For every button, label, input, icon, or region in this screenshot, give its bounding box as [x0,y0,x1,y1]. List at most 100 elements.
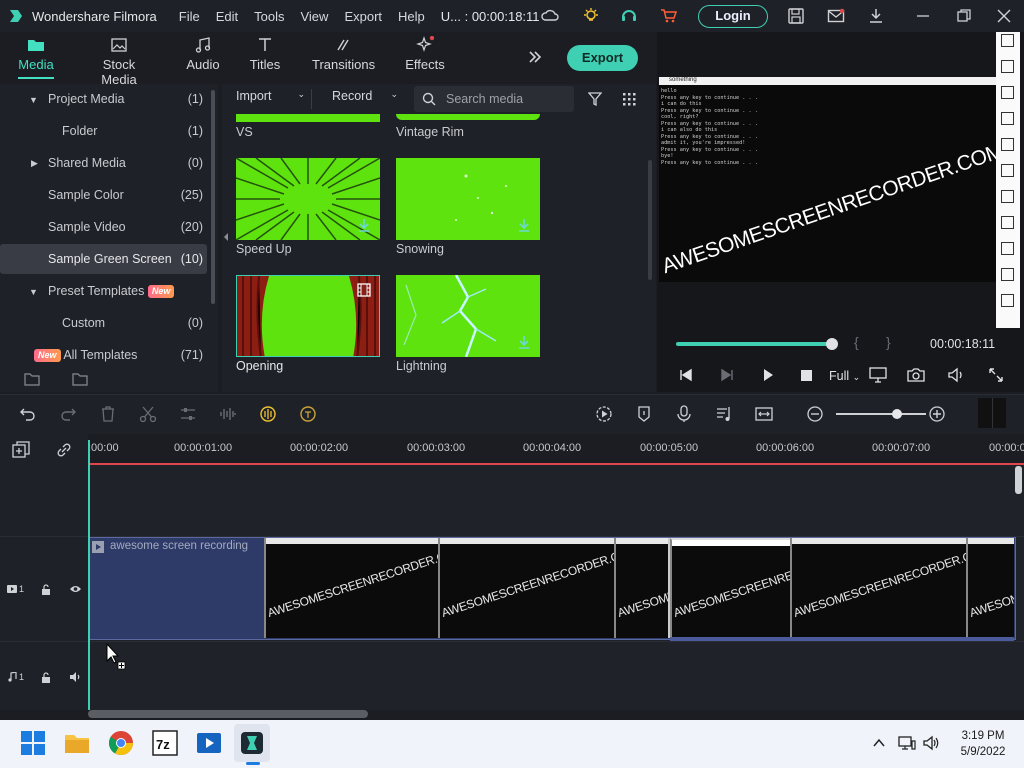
new-folder-icon[interactable] [24,372,40,386]
lock-icon[interactable] [41,584,51,595]
menu-tools[interactable]: Tools [254,9,284,24]
microphone-icon[interactable] [675,405,693,423]
stop-icon[interactable] [801,370,812,381]
chevron-up-icon[interactable] [872,736,886,750]
import-dropdown[interactable]: Import ⌄ [236,89,312,109]
thumb-vintage-rim[interactable] [396,114,540,120]
next-frame-icon[interactable] [720,368,734,382]
undo-icon[interactable] [19,405,37,423]
login-button[interactable]: Login [698,5,768,28]
quality-dropdown[interactable]: Full ⌄ [829,369,860,383]
thumb-speed-up[interactable] [236,158,380,240]
audio-mixer-icon[interactable] [715,405,733,423]
folder-outline-icon[interactable] [72,372,88,386]
menu-edit[interactable]: Edit [216,9,238,24]
cut-icon[interactable] [139,405,157,423]
menu-export[interactable]: Export [344,9,382,24]
grid-view-icon[interactable] [622,92,636,106]
mark-out-icon[interactable]: } [886,334,891,350]
preview-progress-bar[interactable] [676,342,833,346]
preview-video-frame[interactable]: something hello Press any key to continue… [659,77,996,282]
zoom-out-icon[interactable] [806,405,824,423]
fit-timeline-icon[interactable] [755,405,773,423]
layout-toggle-right[interactable] [992,398,1006,428]
media-grid-scrollbar[interactable] [648,160,652,280]
file-explorer-icon[interactable] [64,730,90,756]
filmora-taskbar-icon[interactable] [239,730,265,756]
minimize-icon[interactable] [914,7,932,25]
zoom-slider-knob[interactable] [892,409,902,419]
sidebar-item-shared-media[interactable]: Shared Media (0) [0,148,207,178]
save-icon[interactable] [787,7,805,25]
tab-transitions[interactable]: Transitions [312,36,375,72]
mark-in-icon[interactable]: { [854,334,859,350]
chrome-icon[interactable] [108,730,134,756]
media-player-icon[interactable] [196,730,222,756]
marker-icon[interactable] [635,405,653,423]
record-dropdown[interactable]: Record ⌄ [324,89,404,109]
tab-audio[interactable]: Audio [185,36,221,72]
thumb-opening[interactable] [236,275,380,357]
cloud-icon[interactable] [541,7,559,25]
download-icon[interactable] [867,7,885,25]
film-icon[interactable] [357,283,371,297]
cart-icon[interactable] [660,7,678,25]
sidebar-item-project-media[interactable]: Project Media (1) [0,84,207,114]
display-icon[interactable] [869,367,887,383]
volume-icon[interactable] [947,367,965,383]
network-icon[interactable] [898,735,916,751]
zoom-slider[interactable] [836,413,926,415]
sidebar-item-all-templates[interactable]: New All Templates (71) [0,340,207,370]
sidebar-item-folder[interactable]: Folder (1) [0,116,207,146]
delete-icon[interactable] [99,405,117,423]
auto-highlight-icon[interactable] [259,405,277,423]
lock-icon[interactable] [41,672,51,683]
prev-frame-icon[interactable] [679,368,693,382]
fullscreen-icon[interactable] [988,367,1004,383]
zoom-in-icon[interactable] [928,405,946,423]
more-tabs-icon[interactable] [527,49,543,65]
timeline-vertical-scrollbar[interactable] [1015,466,1022,494]
restore-icon[interactable] [955,7,973,25]
thumb-snowing[interactable] [396,158,540,240]
timeline-ruler[interactable]: :00:00 00:00:01:00 00:00:02:00 00:00:03:… [88,434,1024,464]
speed-ramp-icon[interactable] [299,405,317,423]
render-preview-icon[interactable] [595,405,613,423]
thumb-vs[interactable] [236,114,380,122]
headset-icon[interactable] [620,7,638,25]
7zip-icon[interactable]: 7z [152,730,178,756]
thumb-lightning[interactable] [396,275,540,357]
filter-icon[interactable] [588,91,602,107]
tab-titles[interactable]: Titles [248,36,282,72]
download-icon[interactable] [358,218,370,232]
mail-icon[interactable] [827,7,845,25]
download-icon[interactable] [518,335,530,349]
tab-stock-media[interactable]: Stock Media [84,36,154,87]
search-media-input[interactable]: Search media [414,86,574,112]
eye-icon[interactable] [69,584,82,594]
sidebar-item-sample-color[interactable]: Sample Color (25) [0,180,207,210]
link-icon[interactable] [55,441,73,459]
timeline-horizontal-scrollbar[interactable] [88,710,368,718]
progress-knob[interactable] [826,338,838,350]
speaker-icon[interactable] [69,672,82,682]
tab-effects[interactable]: Effects [404,36,446,72]
sidebar-scrollbar[interactable] [211,90,215,304]
play-icon[interactable] [761,368,775,382]
add-track-icon[interactable] [12,441,30,459]
close-icon[interactable] [995,7,1013,25]
adjust-icon[interactable] [179,405,197,423]
download-icon[interactable] [518,218,530,232]
sidebar-item-sample-green-screen[interactable]: Sample Green Screen (10) [0,244,207,274]
export-button[interactable]: Export [567,45,638,71]
sidebar-item-custom[interactable]: Custom (0) [0,308,207,338]
playhead[interactable] [88,440,90,710]
windows-start-icon[interactable] [20,730,46,756]
audio-wave-icon[interactable] [219,405,237,423]
sidebar-item-sample-video[interactable]: Sample Video (20) [0,212,207,242]
sidebar-item-preset-templates[interactable]: Preset Templates New [0,276,207,306]
tab-media[interactable]: Media [18,36,54,79]
collapse-sidebar-icon[interactable] [222,232,230,242]
volume-tray-icon[interactable] [922,735,940,751]
redo-icon[interactable] [59,405,77,423]
